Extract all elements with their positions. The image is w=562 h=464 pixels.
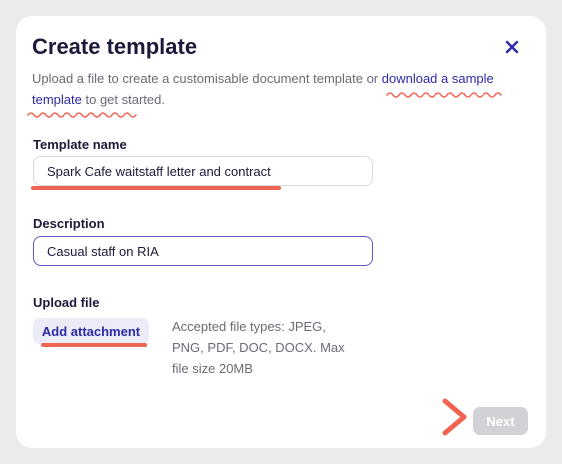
link-squiggle-annotation xyxy=(386,92,502,98)
template-name-input[interactable] xyxy=(33,156,373,186)
description-input[interactable] xyxy=(33,236,373,266)
chevron-right-icon xyxy=(442,398,467,436)
template-name-label: Template name xyxy=(33,137,127,152)
description-label: Description xyxy=(33,216,105,231)
upload-file-label: Upload file xyxy=(33,295,100,310)
intro-suffix: to get started. xyxy=(81,92,165,107)
close-icon xyxy=(505,40,519,54)
intro-prefix: Upload a file to create a customisable d… xyxy=(32,71,382,86)
dialog-title: Create template xyxy=(32,34,198,59)
accepted-file-types-text: Accepted file types: JPEG, PNG, PDF, DOC… xyxy=(172,319,345,376)
create-template-dialog: Create template Upload a file to create … xyxy=(16,16,546,448)
link-squiggle-annotation-2 xyxy=(27,112,137,118)
template-name-underline-annotation xyxy=(31,186,281,190)
close-button[interactable] xyxy=(502,37,522,57)
next-button[interactable]: Next xyxy=(473,407,528,435)
add-attachment-button[interactable]: Add attachment xyxy=(33,318,149,344)
intro-text: Upload a file to create a customisable d… xyxy=(32,68,512,110)
add-attachment-underline-annotation xyxy=(41,343,147,347)
